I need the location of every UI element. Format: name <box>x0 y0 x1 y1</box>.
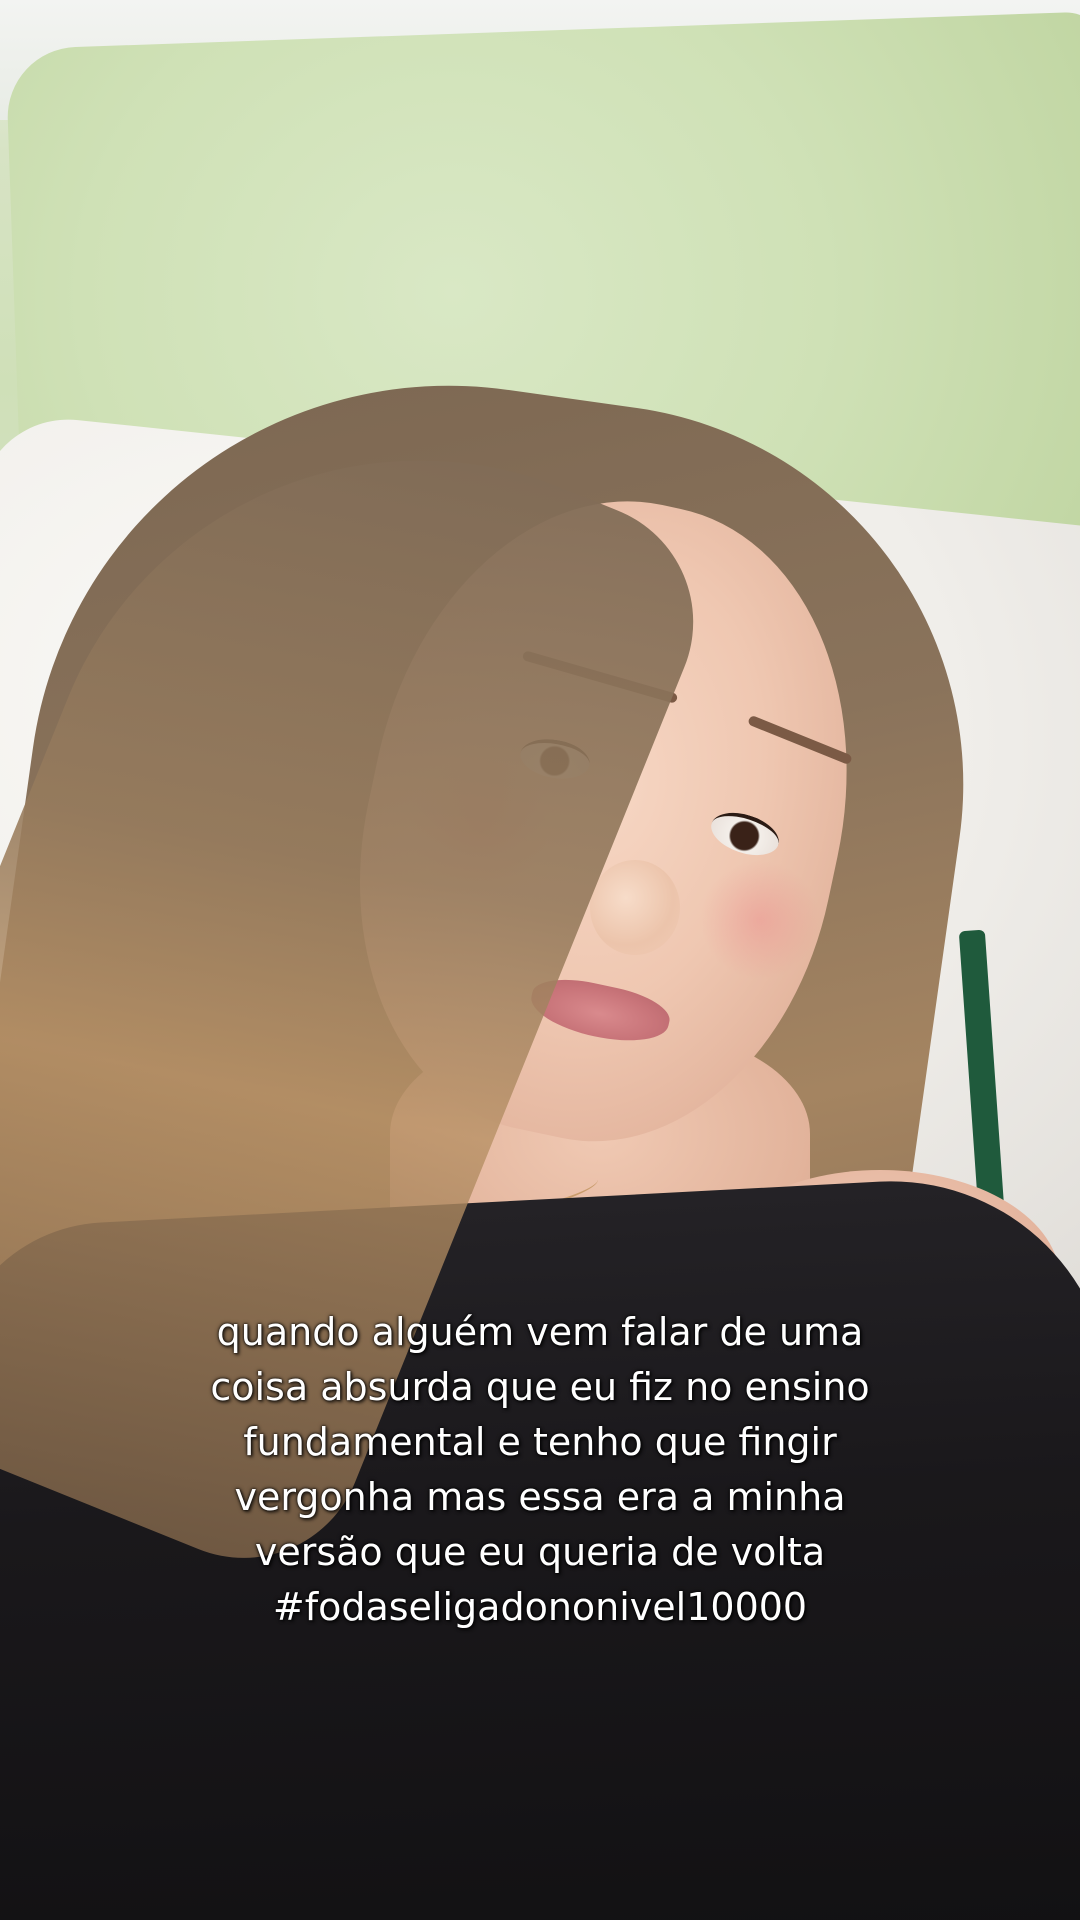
caption-hashtag: #fodaseligadononivel10000 <box>272 1585 808 1629</box>
caption-line-3: fundamental e tenho que fingir <box>243 1420 837 1464</box>
caption-line-5: versão que eu queria de volta <box>254 1530 826 1574</box>
photo-frame: quando alguém vem falar de uma coisa abs… <box>0 0 1080 1920</box>
nose <box>590 860 680 955</box>
caption-overlay: quando alguém vem falar de uma coisa abs… <box>40 1305 1040 1635</box>
cheek-right <box>700 860 820 980</box>
caption-line-4: vergonha mas essa era a minha <box>234 1475 846 1519</box>
caption-line-2: coisa absurda que eu fiz no ensino <box>210 1365 870 1409</box>
caption-line-1: quando alguém vem falar de uma <box>216 1310 864 1354</box>
